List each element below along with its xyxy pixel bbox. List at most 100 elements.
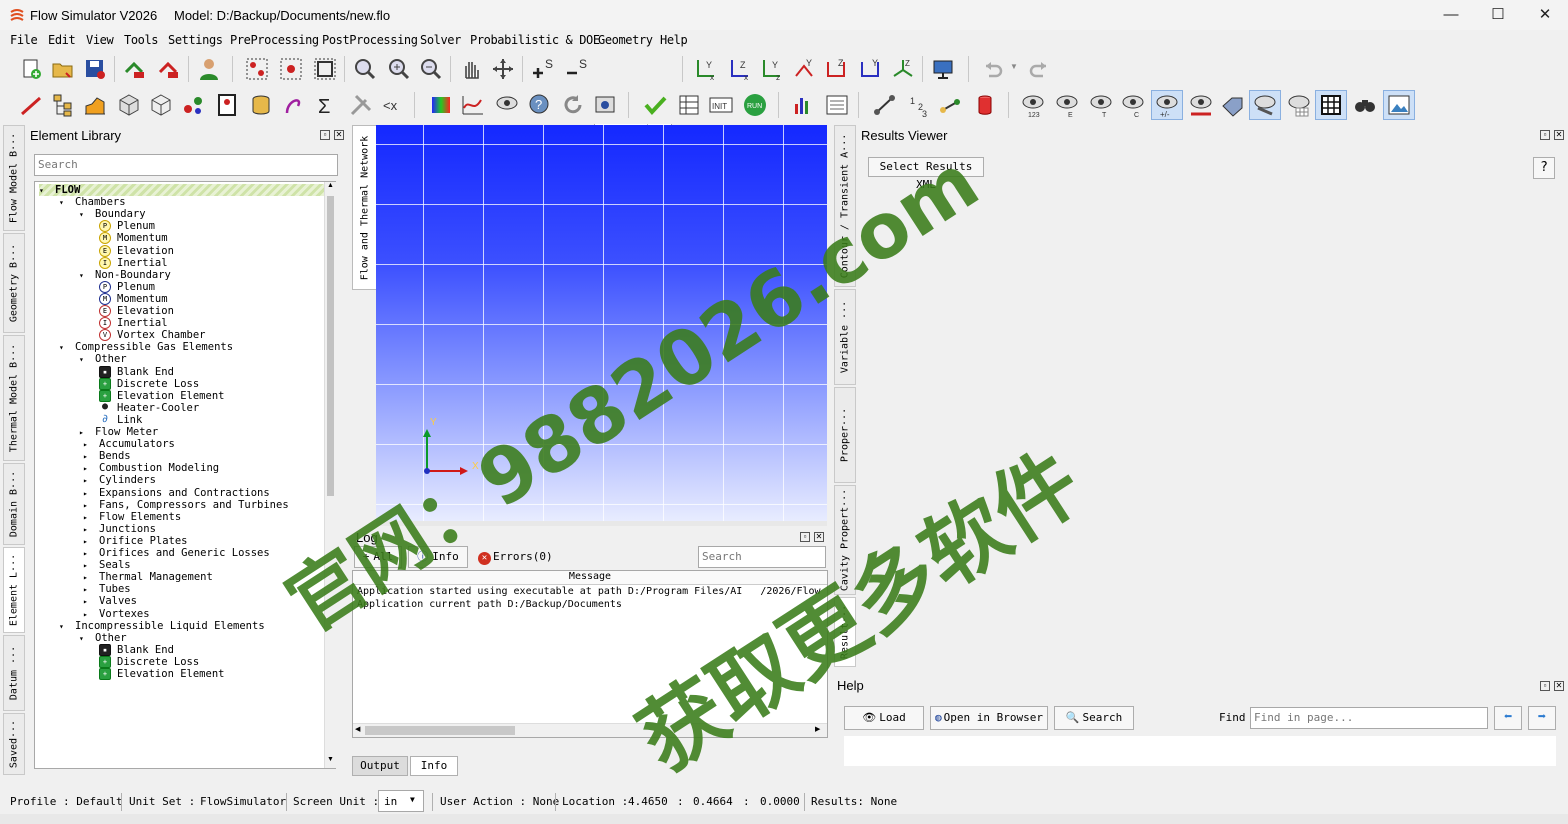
model-viewport[interactable]: Y X [376,125,827,521]
eye-e-icon[interactable]: E [1054,92,1080,118]
undo-dropdown-icon[interactable]: ▼ [1010,62,1018,71]
log-all-button[interactable]: + All [354,546,402,568]
tab-contour-transient[interactable]: Contour / Transient A··· [834,125,856,287]
float-log-icon[interactable]: ▫ [800,532,810,542]
element-search-input[interactable]: Search [34,154,338,176]
view-yz-icon[interactable]: Yz [758,56,784,82]
tree-item[interactable]: ▸ Combustion Modeling [83,462,219,474]
eye-line-icon[interactable] [1188,92,1214,118]
new-file-icon[interactable] [18,56,44,82]
user-icon[interactable] [196,56,222,82]
tree-item[interactable]: ▪ Blank End [99,643,174,656]
tree-item[interactable]: + Elevation Element [99,389,224,402]
tab-saved[interactable]: Saved··· [3,713,25,775]
view-iso-icon[interactable]: Z [890,56,916,82]
find-next-arrow-icon[interactable]: ➡ [1528,706,1556,730]
maximize-button[interactable]: ☐ [1475,0,1521,30]
open-folder-icon[interactable] [50,56,76,82]
tab-geometry-builder[interactable]: Geometry B··· [3,233,25,333]
tree-item[interactable]: ▸ Valves [83,595,137,607]
zoom-out-icon[interactable] [418,56,444,82]
screen-unit-dropdown[interactable]: in ▼ [378,790,424,812]
log-info-button[interactable]: ⓘ Info [408,546,468,568]
tree-item[interactable]: ▾ Boundary [79,208,146,220]
tree-item[interactable]: ▸ Junctions [83,523,156,535]
expand-arrow-icon[interactable]: ▾ [59,197,69,209]
find-in-page-input[interactable]: Find in page... [1250,707,1488,729]
undo-icon[interactable] [980,56,1006,82]
minimize-button[interactable]: — [1428,0,1474,30]
open-in-browser-button[interactable]: ◍ Open in Browser [930,706,1048,730]
eye-123-icon[interactable]: 123 [1020,92,1046,118]
link-nodes-icon[interactable] [938,92,964,118]
tab-properties[interactable]: Proper··· [834,387,856,483]
view-xy-icon[interactable]: Y [792,56,818,82]
eye-t-icon[interactable]: T [1088,92,1114,118]
tree-item[interactable]: V Vortex Chamber [99,329,206,342]
tree-item[interactable]: ▸ Flow Meter [79,426,158,438]
tree-item[interactable]: ▾ Incompressible Liquid Elements [59,620,265,632]
expand-arrow-icon[interactable]: ▾ [59,342,69,354]
tree-item[interactable]: ▾ Chambers [59,196,126,208]
tree-scrollbar[interactable]: ▲ ▼ [324,182,336,768]
pan-hand-icon[interactable] [458,56,484,82]
close-log-icon[interactable]: ✕ [814,532,824,542]
tree-item[interactable]: ▾ FLOW [39,184,325,196]
eye-1-icon[interactable] [494,92,520,118]
monitor-icon[interactable] [930,56,956,82]
float-results-icon[interactable]: ▫ [1540,130,1550,140]
tab-results[interactable]: Result··· [834,597,856,667]
select-results-xml-button[interactable]: Select Results XML [868,157,984,191]
settings-window-icon[interactable] [592,92,618,118]
tree-item[interactable]: E Elevation [99,305,174,317]
select-nodes-icon[interactable] [244,56,270,82]
menu-postprocessing[interactable]: PostProcessing [322,33,418,47]
tree-item[interactable]: ▸ Tubes [83,583,131,595]
add-elements-icon[interactable] [180,92,206,118]
tree-item[interactable]: ▸ Orifice Plates [83,535,188,547]
import-icon[interactable] [122,56,148,82]
tree-item[interactable]: P Plenum [99,220,155,233]
tree-item[interactable]: ▾ Other [79,632,127,644]
help-search-button[interactable]: 🔍 Search [1054,706,1134,730]
tree-item[interactable]: ∂ Link [99,413,143,426]
report-icon[interactable] [824,92,850,118]
expand-arrow-icon[interactable]: ▾ [39,185,49,197]
tree-item[interactable]: ● Heater-Cooler [99,401,199,414]
tree-item[interactable]: + Elevation Element [99,668,224,680]
tree-item[interactable]: ▸ Expansions and Contractions [83,487,270,499]
database-icon[interactable] [248,92,274,118]
tree-item[interactable]: ▸ Seals [83,559,131,571]
variable-icon[interactable]: <x [380,92,406,118]
tree-item[interactable]: ▸ Accumulators [83,438,175,450]
tab-flow-thermal-network[interactable]: Flow and Thermal Network [352,125,376,290]
save-icon[interactable] [82,56,108,82]
view-zy-icon[interactable]: Y [858,56,884,82]
tree-item[interactable]: + Discrete Loss [99,377,199,390]
tree-structure-icon[interactable] [50,92,76,118]
tab-output[interactable]: Output [352,756,408,776]
tree-item[interactable]: ▸ Cylinders [83,474,156,486]
menu-edit[interactable]: Edit [48,33,76,47]
menu-geometry[interactable]: Geometry [598,33,653,47]
calculator-icon[interactable] [214,92,240,118]
tree-item[interactable]: E Elevation [99,244,174,257]
eye-grid-icon[interactable] [1286,92,1312,118]
menu-preprocessing[interactable]: PreProcessing [230,33,319,47]
tree-item[interactable]: M Momentum [99,292,168,305]
check-icon[interactable] [642,92,668,118]
menu-probabilistic-doe[interactable]: Probabilistic & DOE [470,33,600,47]
cube-icon[interactable] [116,92,142,118]
view-yx-icon[interactable]: Yx [692,56,718,82]
expand-arrow-icon[interactable]: ▾ [79,270,89,282]
table-icon[interactable] [676,92,702,118]
numbering-icon[interactable]: 123 [906,92,932,118]
eye-c-icon[interactable]: C [1120,92,1146,118]
log-search-input[interactable]: Search [698,546,826,568]
tree-item[interactable]: I Inertial [99,256,168,269]
menu-view[interactable]: View [86,33,114,47]
tab-datum[interactable]: Datum ··· [3,635,25,711]
tab-thermal-model-builder[interactable]: Thermal Model B··· [3,335,25,461]
menu-help[interactable]: Help [660,33,688,47]
log-hscrollbar[interactable]: ◀ ▶ [353,723,827,737]
